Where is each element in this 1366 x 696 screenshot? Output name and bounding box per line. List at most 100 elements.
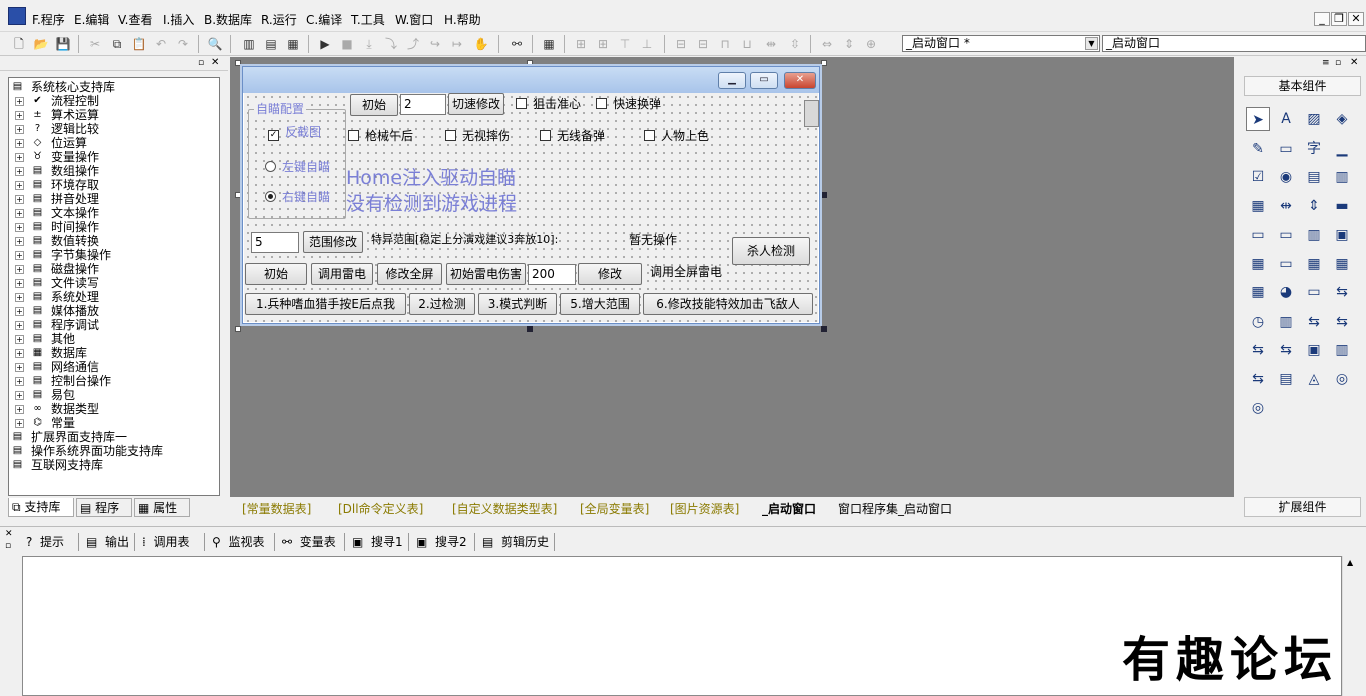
edit-icon[interactable]: ✎ <box>1246 137 1270 161</box>
init-button[interactable]: 初始 <box>350 94 398 116</box>
damage-input[interactable]: 200 <box>528 264 576 285</box>
modify-fullscreen-button[interactable]: 修改全屏 <box>377 263 442 285</box>
align-bottom-icon[interactable]: ⊥ <box>638 35 656 53</box>
text-icon[interactable]: 字 <box>1302 137 1326 161</box>
tab-search2[interactable]: ▣ 搜寻2 <box>416 533 467 551</box>
fit-height-icon[interactable]: ⇕ <box>840 35 858 53</box>
tab-clip-history[interactable]: ▤ 剪辑历史 <box>482 533 549 551</box>
network-icon[interactable]: ⇆ <box>1274 338 1298 362</box>
expand-icon[interactable]: + <box>15 349 24 358</box>
maximize-icon[interactable]: ▭ <box>750 72 778 89</box>
menu-edit[interactable]: E.编辑 <box>74 11 109 28</box>
expand-icon[interactable]: + <box>15 223 24 232</box>
tab-icon[interactable]: ▥ <box>1302 223 1326 247</box>
copy-icon[interactable]: ⧉ <box>108 35 126 53</box>
weapon-noon-checkbox[interactable]: 枪械午后 <box>348 129 413 143</box>
label-icon[interactable]: A <box>1274 107 1298 131</box>
timer-icon[interactable]: ◷ <box>1246 310 1270 334</box>
odbc-icon[interactable]: ◎ <box>1246 396 1270 420</box>
infinite-ammo-checkbox[interactable]: 无线备弹 <box>540 129 605 143</box>
resize-handle[interactable] <box>235 192 241 198</box>
link-icon[interactable]: ⇆ <box>1330 280 1354 304</box>
support-library-tree[interactable]: ▤ 系统核心支持库 + ✔ 流程控制 + ± 算术运算 +? 逻辑比较 + ◇ 位运算 + ♉ 变量操作 +… <box>8 77 220 496</box>
sniper-crosshair-checkbox[interactable]: 狙击准心 <box>516 97 581 111</box>
run-icon[interactable]: ▶ <box>316 35 334 53</box>
tab-image-resources[interactable]: [图片资源表] <box>670 500 739 519</box>
same-height-icon[interactable]: ⊔ <box>738 35 756 53</box>
tab-properties[interactable]: ▦ 属性 <box>134 498 190 517</box>
tab-call-table[interactable]: ⁞ 调用表 <box>142 533 189 551</box>
progress-icon[interactable]: ▬ <box>1330 194 1354 218</box>
tab-window-module[interactable]: 窗口程序集_启动窗口 <box>838 500 952 519</box>
slider-icon[interactable]: ▭ <box>1274 223 1298 247</box>
vscroll-icon[interactable]: ⇕ <box>1302 194 1326 218</box>
menu-view[interactable]: V.查看 <box>118 11 152 28</box>
tab-startup-window[interactable]: _启动窗口 <box>762 500 816 519</box>
center-h-icon[interactable]: ⊟ <box>672 35 690 53</box>
undo-icon[interactable]: ↶ <box>152 35 170 53</box>
expand-icon[interactable]: + <box>15 195 24 204</box>
minimize-icon[interactable]: ▁ <box>718 72 746 89</box>
expand-icon[interactable]: + <box>15 279 24 288</box>
expand-icon[interactable]: + <box>15 335 24 344</box>
run-to-cursor-icon[interactable]: ↦ <box>448 35 466 53</box>
toolbar-icon[interactable]: ▥ <box>1330 338 1354 362</box>
menu-program[interactable]: F.程序 <box>32 11 65 28</box>
range-modify-button[interactable]: 范围修改 <box>303 231 363 253</box>
tab-support-library[interactable]: ⧉ 支持库 <box>8 498 74 517</box>
expand-icon[interactable]: + <box>15 377 24 386</box>
expand-icon[interactable]: + <box>15 363 24 372</box>
v-space-icon[interactable]: ⇳ <box>786 35 804 53</box>
close-icon[interactable]: ✕ <box>1350 57 1358 68</box>
same-width-icon[interactable]: ⊓ <box>716 35 734 53</box>
menu-run[interactable]: R.运行 <box>261 11 297 28</box>
restore-icon[interactable]: ❐ <box>1331 12 1347 26</box>
tab-search1[interactable]: ▣ 搜寻1 <box>352 533 403 551</box>
tab-global-vars[interactable]: [全局变量表] <box>580 500 649 519</box>
scroll-up-icon[interactable]: ▲ <box>1347 558 1353 567</box>
close-icon[interactable]: ✕ <box>5 529 13 539</box>
tab-constants[interactable]: [常量数据表] <box>242 500 311 519</box>
scrollbar-icon[interactable]: ▭ <box>1246 223 1270 247</box>
expand-icon[interactable]: + <box>15 167 24 176</box>
resize-handle[interactable] <box>527 326 533 332</box>
tab-output[interactable]: ▤ 输出 <box>86 533 129 551</box>
close-icon[interactable]: ✕ <box>1348 12 1364 26</box>
shape-icon[interactable]: ◈ <box>1330 107 1354 131</box>
step6-button[interactable]: 6.修改技能特效加击飞敌人 <box>643 293 813 315</box>
globe-icon[interactable]: ◕ <box>1274 280 1298 304</box>
close-icon[interactable]: ✕ <box>211 57 219 68</box>
align-left-icon[interactable]: ⊞ <box>572 35 590 53</box>
right-key-aim-radio[interactable]: 右键自瞄 <box>265 190 330 204</box>
expand-icon[interactable]: + <box>15 125 24 134</box>
layout-bottom-icon[interactable]: ▦ <box>284 35 302 53</box>
h-space-icon[interactable]: ⇹ <box>762 35 780 53</box>
report-icon[interactable]: ▦ <box>1330 252 1354 276</box>
pointer-icon[interactable]: ➤ <box>1246 107 1270 131</box>
expand-icon[interactable]: + <box>15 405 24 414</box>
fit-both-icon[interactable]: ⊕ <box>862 35 880 53</box>
tab-dll-commands[interactable]: [Dll命令定义表] <box>338 500 423 519</box>
expand-icon[interactable]: + <box>15 265 24 274</box>
kill-detect-button[interactable]: 杀人检测 <box>732 237 810 265</box>
radio-icon[interactable]: ◉ <box>1274 165 1298 189</box>
call-thunder-button[interactable]: 调用雷电 <box>311 263 373 285</box>
pin-icon[interactable]: ▫ <box>198 58 204 68</box>
find-icon[interactable]: 🔍 <box>206 35 224 53</box>
expand-icon[interactable]: + <box>15 251 24 260</box>
speed-modify-button[interactable]: 切速修改 <box>448 93 504 115</box>
tab-custom-types[interactable]: [自定义数据类型表] <box>452 500 557 519</box>
close-icon[interactable]: ✕ <box>784 72 816 89</box>
port-icon[interactable]: ⇆ <box>1246 338 1270 362</box>
hand-icon[interactable]: ✋ <box>472 35 490 53</box>
init-button-2[interactable]: 初始 <box>245 263 307 285</box>
data-source-icon[interactable]: ⇆ <box>1246 367 1270 391</box>
resize-handle[interactable] <box>821 326 827 332</box>
line-icon[interactable]: ▁ <box>1330 137 1354 161</box>
expand-icon[interactable]: + <box>15 321 24 330</box>
chevron-down-icon[interactable]: ▼ <box>1085 37 1098 50</box>
range-input[interactable]: 5 <box>251 232 299 253</box>
character-color-checkbox[interactable]: 人物上色 <box>644 129 709 143</box>
speed-input[interactable]: 2 <box>400 94 446 115</box>
menu-tools[interactable]: T.工具 <box>351 11 385 28</box>
